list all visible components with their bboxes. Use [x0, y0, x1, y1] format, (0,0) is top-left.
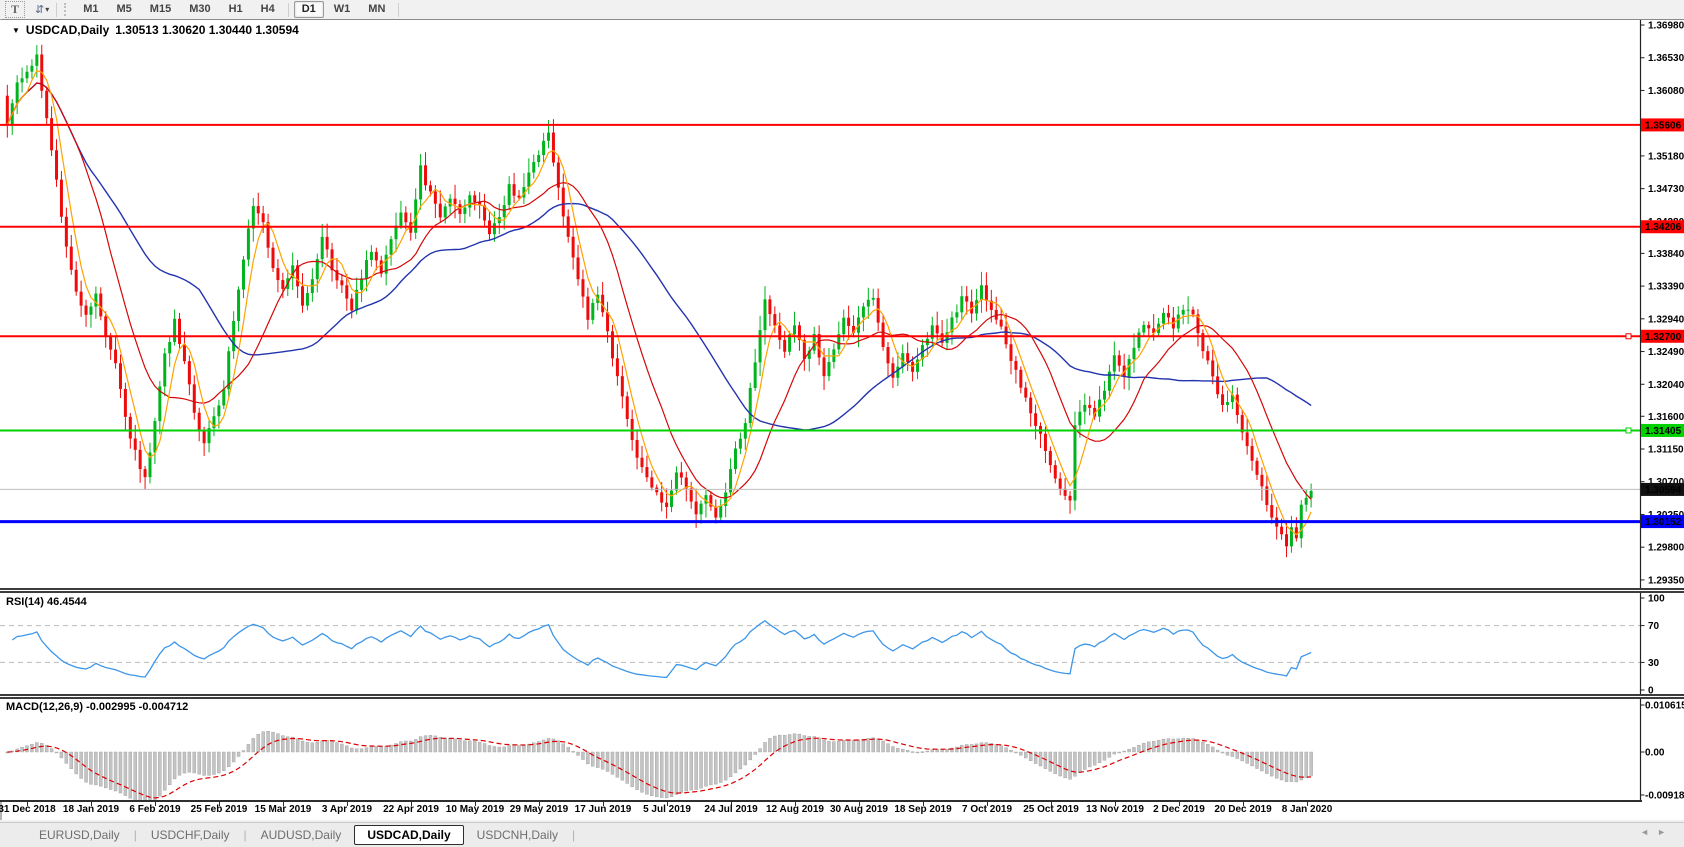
price-tick-label: 1.34730: [1648, 184, 1684, 195]
date-label: 6 Feb 2019: [129, 804, 180, 815]
toolbar-grip: [64, 3, 69, 16]
timeframe-button-h4[interactable]: H4: [253, 1, 283, 18]
price-tick-label: 1.32940: [1648, 314, 1684, 325]
hline-handle-1.31405[interactable]: [1626, 428, 1631, 433]
symbol-label: USDCAD,Daily: [26, 23, 109, 37]
date-label: 25 Oct 2019: [1023, 804, 1079, 815]
toolbar-separator: [398, 3, 399, 17]
date-label: 8 Jan 2020: [1282, 804, 1333, 815]
timeframe-button-m1[interactable]: M1: [75, 1, 106, 18]
current-price-tag: 1.30594: [1641, 483, 1684, 496]
date-label: 29 May 2019: [510, 804, 568, 815]
rsi-tick-label: 70: [1648, 621, 1660, 632]
hline-handle-1.32700[interactable]: [1626, 334, 1631, 339]
timeframe-button-m30[interactable]: M30: [181, 1, 218, 18]
macd-tick-label: -0.009181: [1645, 791, 1684, 801]
chart-tab-eurusd[interactable]: EURUSD,Daily: [26, 826, 133, 844]
macd-pane[interactable]: 0.010615 0.00 -0.009181: [0, 699, 1684, 800]
price-tag-1.31405: 1.31405: [1641, 424, 1684, 437]
price-tick-label: 1.31150: [1648, 445, 1684, 456]
macd-label: MACD(12,26,9) -0.002995 -0.004712: [6, 701, 188, 713]
rsi-tick-label: 100: [1648, 594, 1665, 605]
timeframe-button-h1[interactable]: H1: [221, 1, 251, 18]
time-axis[interactable]: 31 Dec 2018 18 Jan 2019 6 Feb 2019 25 Feb 2…: [0, 803, 1684, 819]
macd-tick-label: 0.00: [1645, 748, 1665, 759]
chart-title: ▼ USDCAD,Daily 1.30513 1.30620 1.30440 1…: [12, 23, 299, 37]
tabs-container: EURUSD,Daily|USDCHF,Daily|AUDUSD,DailyUS…: [26, 825, 576, 845]
date-label: 15 Mar 2019: [255, 804, 312, 815]
symbol-dropdown-icon[interactable]: ▼: [12, 26, 20, 35]
price-tick-label: 1.35180: [1648, 151, 1684, 162]
text-tool-button[interactable]: T: [5, 1, 25, 18]
timeframe-button-d1[interactable]: D1: [294, 1, 324, 18]
price-tick-label: 1.33840: [1648, 249, 1684, 260]
main-price-pane[interactable]: 1.369801.365301.360801.356301.351801.347…: [0, 20, 1684, 588]
timeframe-button-m15[interactable]: M15: [142, 1, 179, 18]
timeframe-button-mn[interactable]: MN: [360, 1, 393, 18]
price-tag-1.34206: 1.34206: [1641, 220, 1684, 233]
date-label: 22 Apr 2019: [383, 804, 439, 815]
tab-separator: |: [572, 828, 575, 842]
chart-tab-bar: EURUSD,Daily|USDCHF,Daily|AUDUSD,DailyUS…: [0, 822, 1684, 847]
price-tick-label: 1.29800: [1648, 543, 1684, 554]
tab-scroll-arrows: ◄►: [1640, 827, 1674, 837]
date-label: 10 May 2019: [446, 804, 504, 815]
chart-tab-usdcad[interactable]: USDCAD,Daily: [354, 825, 463, 845]
date-label: 30 Aug 2019: [830, 804, 888, 815]
ohlc-values: 1.30513 1.30620 1.30440 1.30594: [115, 23, 299, 37]
timeframe-button-group: M1M5M15M30H1H4 D1W1MN: [74, 1, 403, 18]
tab-separator: |: [244, 828, 247, 842]
price-tick-label: 1.32490: [1648, 347, 1684, 358]
price-tag-1.35606: 1.35606: [1641, 118, 1684, 131]
svg-text:1.30594: 1.30594: [1645, 485, 1682, 496]
date-label: 20 Dec 2019: [1214, 804, 1271, 815]
date-label: 24 Jul 2019: [704, 804, 757, 815]
tab-scroll-left-icon[interactable]: ◄: [1640, 827, 1657, 837]
svg-text:1.34206: 1.34206: [1645, 222, 1682, 233]
date-label: 18 Sep 2019: [894, 804, 951, 815]
rsi-pane[interactable]: 100 70 30 0: [0, 593, 1684, 694]
date-label: 31 Dec 2018: [0, 804, 56, 815]
toolbar-separator: [288, 3, 289, 17]
svg-text:1.30152: 1.30152: [1645, 517, 1682, 528]
price-tick-label: 1.29350: [1648, 575, 1684, 586]
chart-tab-audusd[interactable]: AUDUSD,Daily: [248, 826, 355, 844]
date-label: 17 Jun 2019: [575, 804, 632, 815]
date-label: 5 Jul 2019: [643, 804, 691, 815]
price-tag-1.30152: 1.30152: [1641, 515, 1684, 528]
toolbar-separator: [56, 3, 57, 17]
price-tick-label: 1.31600: [1648, 412, 1684, 423]
chart-tab-usdcnh[interactable]: USDCNH,Daily: [464, 826, 571, 844]
rsi-label: RSI(14) 46.4544: [6, 596, 87, 608]
date-label: 18 Jan 2019: [63, 804, 119, 815]
macd-tick-label: 0.010615: [1645, 701, 1684, 712]
price-tick-label: 1.36530: [1648, 53, 1684, 64]
top-toolbar: T ⇵ ▾ M1M5M15M30H1H4 D1W1MN: [0, 0, 1684, 20]
date-label: 7 Oct 2019: [962, 804, 1012, 815]
svg-text:1.35606: 1.35606: [1645, 120, 1682, 131]
svg-text:1.32700: 1.32700: [1645, 332, 1682, 343]
date-label: 13 Nov 2019: [1086, 804, 1144, 815]
price-tag-1.32700: 1.32700: [1641, 330, 1684, 343]
arrange-arrows-icon[interactable]: ⇵: [35, 3, 44, 16]
date-label: 25 Feb 2019: [191, 804, 248, 815]
chart-tab-usdchf[interactable]: USDCHF,Daily: [138, 826, 243, 844]
timeframe-button-w1[interactable]: W1: [326, 1, 359, 18]
tab-scroll-right-icon[interactable]: ►: [1657, 827, 1674, 837]
price-tick-label: 1.36980: [1648, 21, 1684, 32]
date-label: 12 Aug 2019: [766, 804, 824, 815]
date-label: 3 Apr 2019: [322, 804, 372, 815]
time-axis-line: [0, 800, 1642, 802]
rsi-tick-label: 30: [1648, 658, 1660, 669]
price-tick-label: 1.36080: [1648, 86, 1684, 97]
tab-separator: |: [134, 828, 137, 842]
svg-text:1.31405: 1.31405: [1645, 426, 1682, 437]
price-tick-label: 1.32040: [1648, 380, 1684, 391]
chevron-down-icon[interactable]: ▾: [45, 5, 49, 14]
price-tick-label: 1.33390: [1648, 282, 1684, 293]
rsi-tick-label: 0: [1648, 686, 1654, 695]
date-label: 2 Dec 2019: [1153, 804, 1205, 815]
timeframe-button-m5[interactable]: M5: [109, 1, 140, 18]
